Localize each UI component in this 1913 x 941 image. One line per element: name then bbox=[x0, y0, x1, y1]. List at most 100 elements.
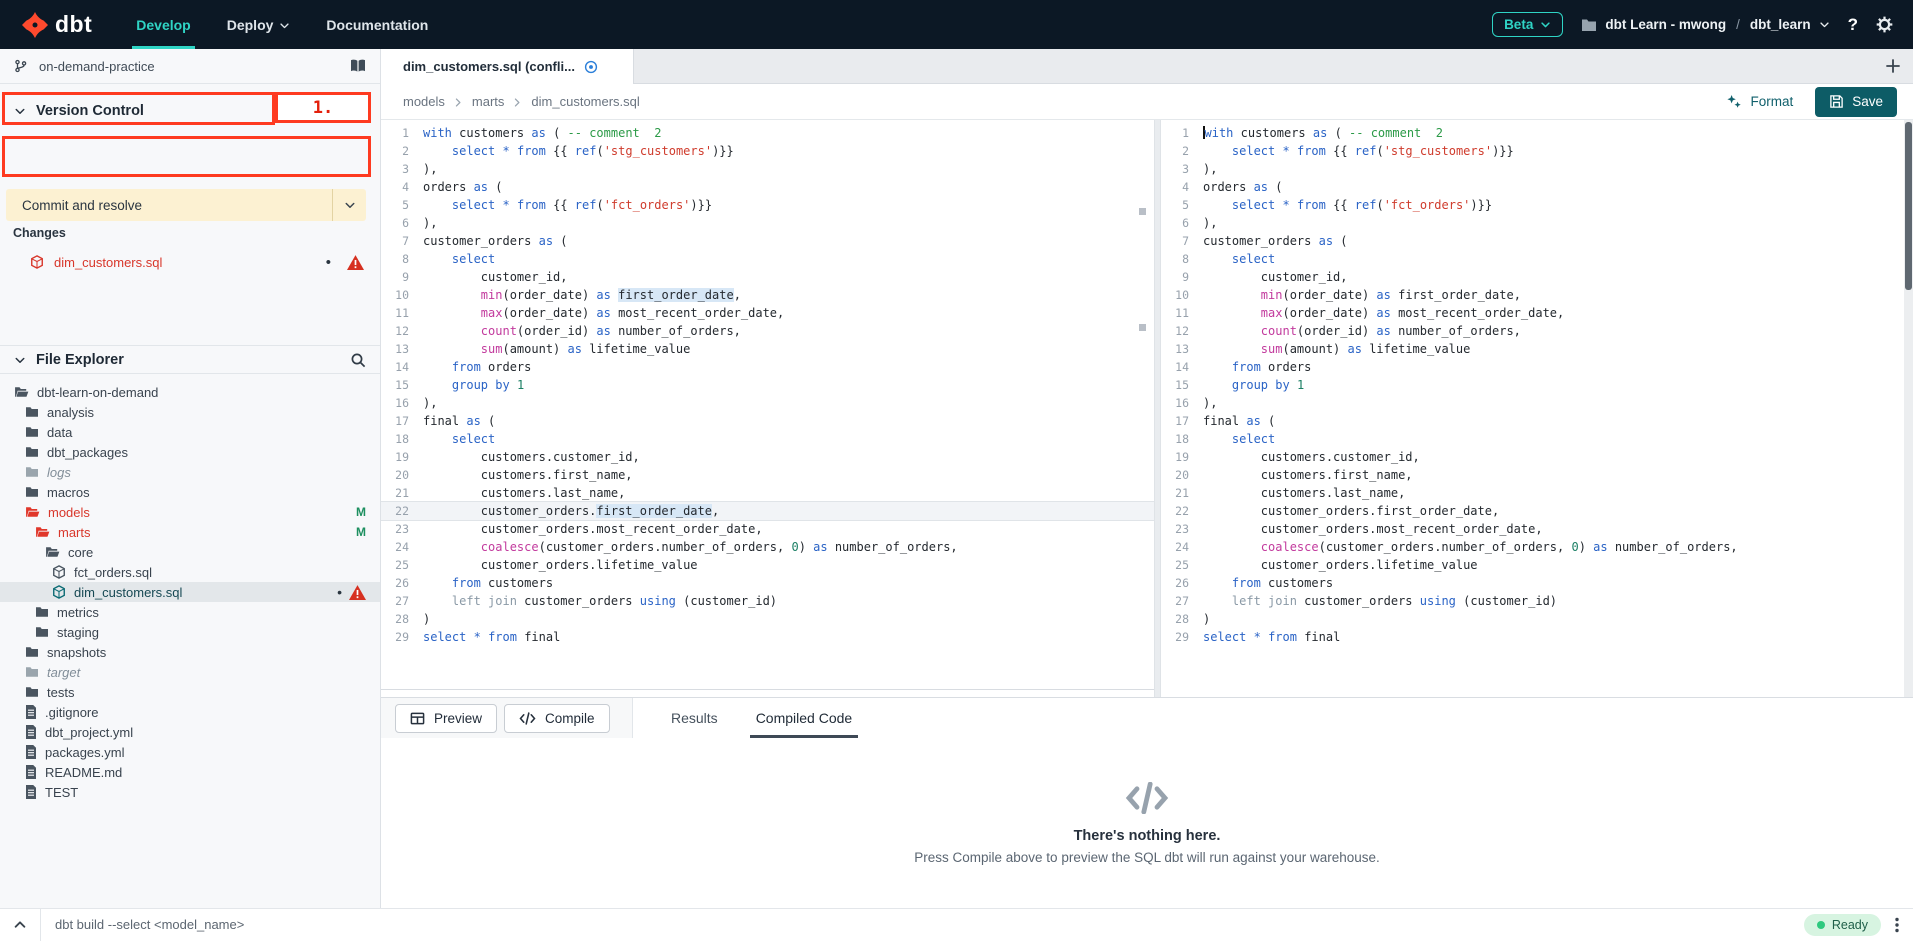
compile-button[interactable]: Compile bbox=[504, 704, 610, 733]
preview-button[interactable]: Preview bbox=[395, 704, 497, 733]
code-line: 19 customers.customer_id, bbox=[381, 448, 1154, 466]
line-number: 26 bbox=[1161, 574, 1189, 592]
tree-item-macros[interactable]: macros bbox=[0, 482, 380, 502]
breadcrumb-item[interactable]: dim_customers.sql bbox=[531, 94, 639, 109]
commit-options-chevron[interactable] bbox=[332, 189, 366, 221]
account-separator: / bbox=[1734, 17, 1742, 32]
folder-icon bbox=[25, 426, 39, 438]
horizontal-scrollbar[interactable] bbox=[381, 689, 1154, 690]
nav-item-deploy[interactable]: Deploy bbox=[209, 0, 309, 49]
commit-and-resolve-button[interactable]: Commit and resolve bbox=[6, 189, 366, 221]
nav-item-label: Develop bbox=[136, 17, 190, 33]
breadcrumb: models marts dim_customers.sql bbox=[403, 94, 640, 109]
branch-selector[interactable]: on-demand-practice bbox=[0, 49, 380, 84]
tree-item-dbt-packages[interactable]: dbt_packages bbox=[0, 442, 380, 462]
tree-item-label: metrics bbox=[57, 605, 99, 620]
line-number: 2 bbox=[381, 142, 409, 160]
tab-dim-customers[interactable]: dim_customers.sql (confli... bbox=[381, 49, 634, 84]
code-line: 24 coalesce(customer_orders.number_of_or… bbox=[381, 538, 1154, 556]
editor-pane-right[interactable]: 1with customers as ( -- comment 22 selec… bbox=[1161, 120, 1913, 697]
empty-state: There's nothing here. Press Compile abov… bbox=[381, 738, 1913, 908]
panel-tab-results[interactable]: Results bbox=[671, 698, 718, 738]
help-icon[interactable]: ? bbox=[1848, 15, 1858, 35]
status-badge: Ready bbox=[1804, 914, 1881, 936]
tree-item-marts[interactable]: martsM bbox=[0, 522, 380, 542]
code-line: 3), bbox=[1161, 160, 1913, 178]
code-text: select bbox=[409, 250, 495, 268]
tree-item-readme-md[interactable]: README.md bbox=[0, 762, 380, 782]
breadcrumb-item[interactable]: marts bbox=[472, 94, 505, 109]
gear-icon[interactable] bbox=[1876, 16, 1893, 33]
code-line: 2 select * from {{ ref('stg_customers')}… bbox=[381, 142, 1154, 160]
tree-item-logs[interactable]: logs bbox=[0, 462, 380, 482]
editor-pane-left[interactable]: 1with customers as ( -- comment 22 selec… bbox=[381, 120, 1154, 697]
code-line: 27 left join customer_orders using (cust… bbox=[1161, 592, 1913, 610]
tree-item-dbt-learn-on-demand[interactable]: dbt-learn-on-demand bbox=[0, 382, 380, 402]
top-navigation: dbt Develop DeployDocumentation Beta dbt … bbox=[0, 0, 1913, 49]
code-text: with customers as ( -- comment 2 bbox=[1189, 124, 1443, 142]
panel-tab-compiled-code[interactable]: Compiled Code bbox=[756, 698, 853, 738]
chevron-up-icon[interactable] bbox=[0, 918, 40, 932]
search-icon[interactable] bbox=[350, 352, 366, 368]
tree-item-target[interactable]: target bbox=[0, 662, 380, 682]
tree-item-core[interactable]: core bbox=[0, 542, 380, 562]
annotation-step-label: 1. bbox=[275, 92, 371, 123]
tree-item-fct-orders-sql[interactable]: fct_orders.sql bbox=[0, 562, 380, 582]
nav-item-develop[interactable]: Develop bbox=[118, 0, 208, 49]
tree-item-dim-customers-sql[interactable]: dim_customers.sql• bbox=[0, 582, 380, 602]
tree-item-snapshots[interactable]: snapshots bbox=[0, 642, 380, 662]
tree-item-tests[interactable]: tests bbox=[0, 682, 380, 702]
tree-item--gitignore[interactable]: .gitignore bbox=[0, 702, 380, 722]
account-project-selector[interactable]: dbt Learn - mwong / dbt_learn bbox=[1581, 17, 1829, 32]
dbt-logo[interactable]: dbt bbox=[0, 11, 118, 38]
code-text: ), bbox=[1189, 160, 1217, 178]
tree-item-models[interactable]: modelsM bbox=[0, 502, 380, 522]
empty-state-subtitle: Press Compile above to preview the SQL d… bbox=[914, 850, 1380, 865]
file-icon bbox=[25, 765, 37, 779]
tree-item-label: logs bbox=[47, 465, 71, 480]
code-line: 7customer_orders as ( bbox=[381, 232, 1154, 250]
book-icon[interactable] bbox=[350, 59, 366, 73]
format-label: Format bbox=[1750, 94, 1793, 109]
breadcrumb-item[interactable]: models bbox=[403, 94, 445, 109]
pane-divider[interactable] bbox=[1154, 120, 1161, 697]
tree-item-label: dbt-learn-on-demand bbox=[37, 385, 158, 400]
main-menu: Develop DeployDocumentation bbox=[118, 0, 446, 49]
tree-item-label: analysis bbox=[47, 405, 94, 420]
ready-label: Ready bbox=[1832, 918, 1868, 932]
scrollbar-thumb[interactable] bbox=[1905, 122, 1912, 290]
tree-item-analysis[interactable]: analysis bbox=[0, 402, 380, 422]
file-icon bbox=[25, 705, 37, 719]
tree-item-test[interactable]: TEST bbox=[0, 782, 380, 802]
tree-item-staging[interactable]: staging bbox=[0, 622, 380, 642]
line-number: 20 bbox=[381, 466, 409, 484]
vertical-scrollbar[interactable] bbox=[1904, 120, 1913, 697]
breadcrumb-row: models marts dim_customers.sql Format Save bbox=[381, 84, 1913, 120]
code-line: 20 customers.first_name, bbox=[381, 466, 1154, 484]
tree-item-metrics[interactable]: metrics bbox=[0, 602, 380, 622]
line-number: 21 bbox=[1161, 484, 1189, 502]
file-explorer-section-header[interactable]: File Explorer bbox=[0, 345, 380, 374]
tree-item-data[interactable]: data bbox=[0, 422, 380, 442]
changes-section-label: Changes bbox=[13, 226, 66, 240]
changed-file-row[interactable]: dim_customers.sql • bbox=[0, 249, 380, 275]
tree-item-dbt-project-yml[interactable]: dbt_project.yml bbox=[0, 722, 380, 742]
format-button[interactable]: Format bbox=[1726, 94, 1793, 110]
save-button[interactable]: Save bbox=[1815, 87, 1897, 117]
compile-label: Compile bbox=[545, 711, 595, 726]
beta-dropdown[interactable]: Beta bbox=[1492, 12, 1563, 37]
line-number: 13 bbox=[1161, 340, 1189, 358]
code-line: 5 select * from {{ ref('fct_orders')}} bbox=[1161, 196, 1913, 214]
command-input[interactable]: dbt build --select <model_name> bbox=[41, 917, 1804, 932]
code-line: 21 customers.last_name, bbox=[1161, 484, 1913, 502]
code-text: customer_id, bbox=[1189, 268, 1348, 286]
code-line: 18 select bbox=[381, 430, 1154, 448]
tree-item-packages-yml[interactable]: packages.yml bbox=[0, 742, 380, 762]
new-tab-icon[interactable] bbox=[1885, 58, 1901, 74]
code-line: 29select * from final bbox=[381, 628, 1154, 646]
tree-item-label: dbt_packages bbox=[47, 445, 128, 460]
folder-icon bbox=[25, 646, 39, 658]
line-number: 19 bbox=[1161, 448, 1189, 466]
kebab-menu-icon[interactable] bbox=[1895, 917, 1913, 933]
nav-item-documentation[interactable]: Documentation bbox=[308, 0, 446, 49]
